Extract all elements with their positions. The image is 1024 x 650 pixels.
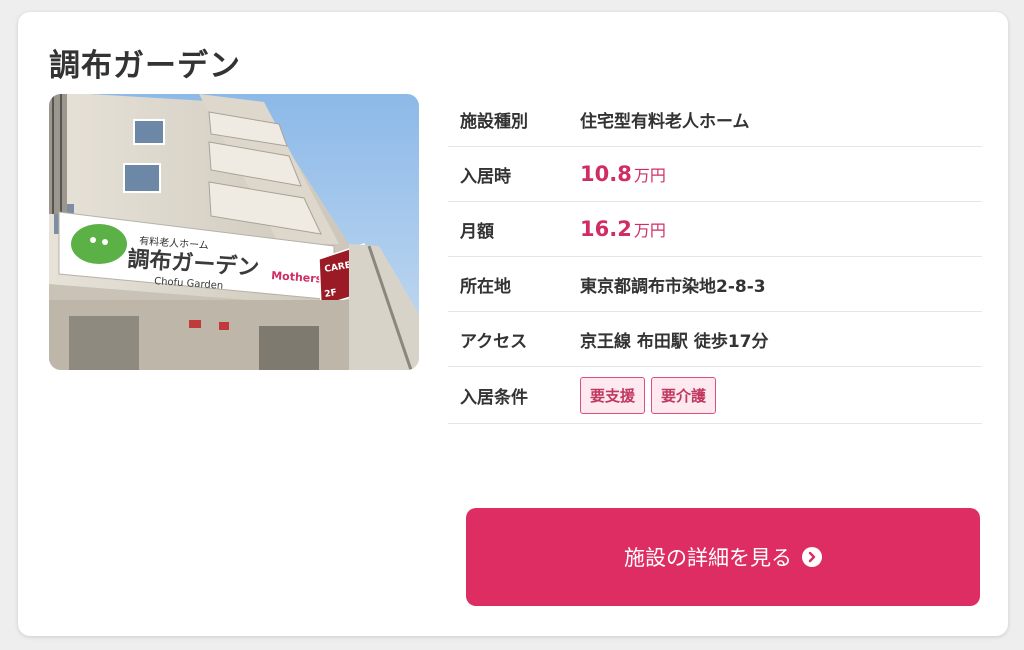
type-label: 施設種別 (460, 111, 528, 132)
address-value: 東京都調布市染地2-8-3 (580, 276, 766, 297)
conditions-label: 入居条件 (460, 387, 528, 408)
access-label: アクセス (460, 331, 528, 352)
info-row-address: 所在地 東京都調布市染地2-8-3 (448, 257, 982, 312)
sign-floor-text: 2F (324, 288, 338, 300)
chevron-right-circle-icon (802, 547, 822, 567)
access-value: 京王線 布田駅 徒歩17分 (580, 331, 769, 352)
monthly-cost-unit: 万円 (633, 221, 666, 240)
type-value: 住宅型有料老人ホーム (580, 111, 750, 132)
info-row-access: アクセス 京王線 布田駅 徒歩17分 (448, 312, 982, 367)
facility-name: 調布ガーデン (49, 48, 241, 84)
info-row-move-in-cost: 入居時 10.8 万円 (448, 147, 982, 202)
monthly-cost-label: 月額 (460, 221, 494, 242)
building-illustration: 有料老人ホーム 調布ガーデン Chofu Garden Mothers CARE… (49, 94, 419, 370)
facility-photo[interactable]: 有料老人ホーム 調布ガーデン Chofu Garden Mothers CARE… (49, 94, 419, 370)
facility-card: 調布ガーデン 有料老人ホーム 調布ガーデン Chofu Garden Mothe… (18, 12, 1008, 636)
info-row-monthly-cost: 月額 16.2 万円 (448, 202, 982, 257)
condition-tag-support: 要支援 (580, 376, 646, 414)
monthly-cost-value: 16.2 (580, 217, 632, 241)
info-row-conditions: 入居条件 要支援 要介護 (448, 367, 982, 424)
move-in-cost-label: 入居時 (460, 166, 511, 187)
view-details-label: 施設の詳細を見る (624, 546, 792, 570)
address-label: 所在地 (460, 276, 511, 297)
view-details-button[interactable]: 施設の詳細を見る (466, 508, 980, 606)
move-in-cost-value: 10.8 (580, 162, 632, 186)
info-row-type: 施設種別 住宅型有料老人ホーム (448, 92, 982, 147)
condition-tag-care: 要介護 (651, 376, 717, 414)
facility-info-table: 施設種別 住宅型有料老人ホーム 入居時 10.8 万円 月額 16.2 万円 所在地… (448, 92, 982, 424)
move-in-cost-unit: 万円 (633, 166, 666, 185)
